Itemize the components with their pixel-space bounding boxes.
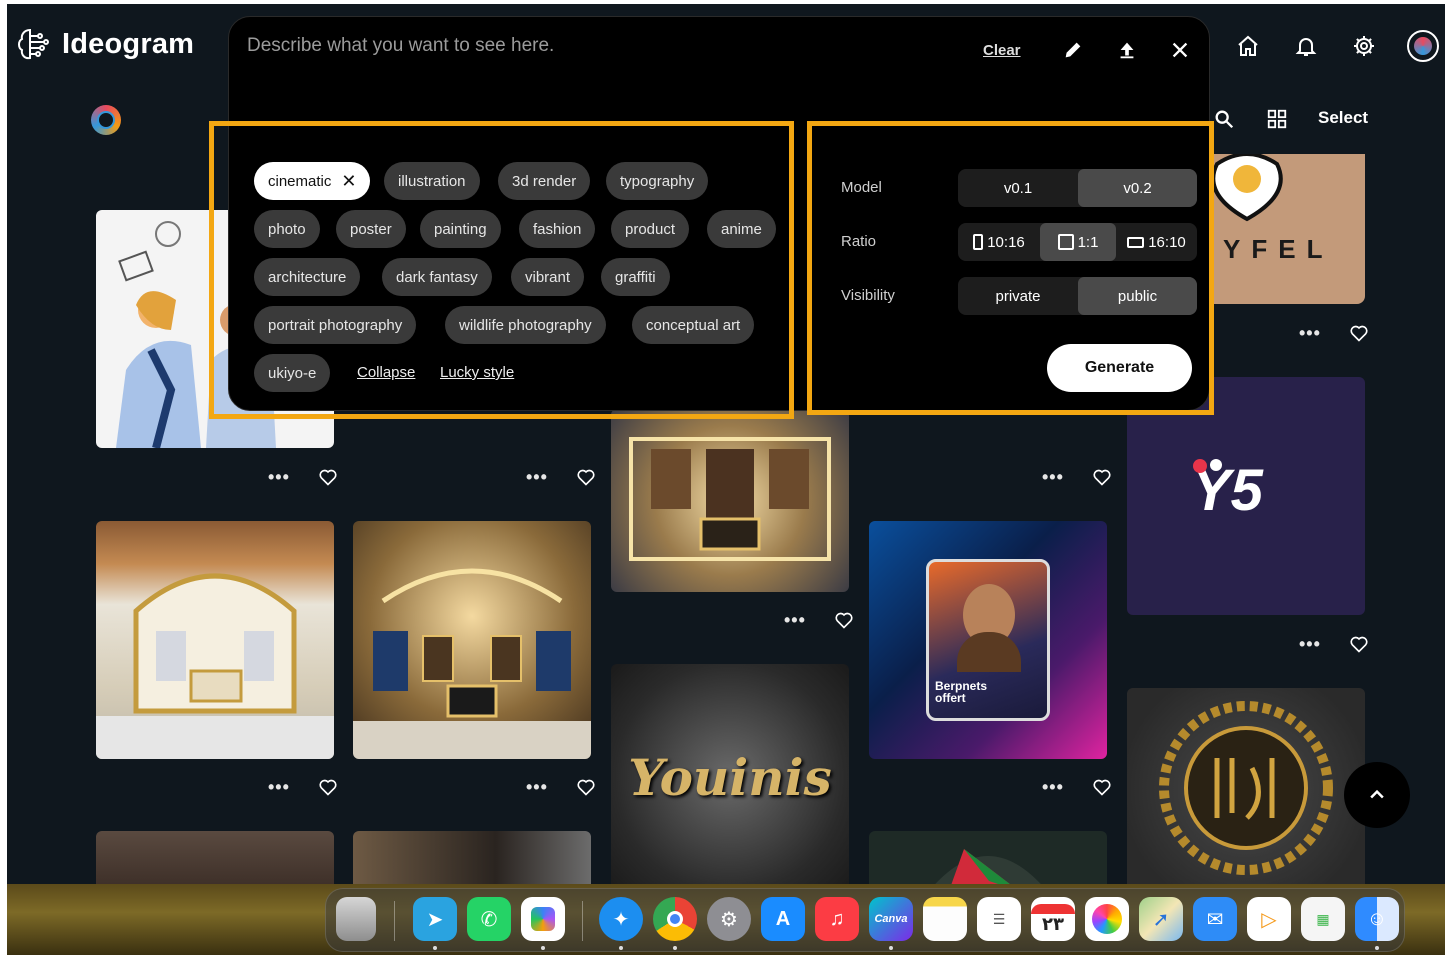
heart-icon[interactable] xyxy=(318,777,338,797)
running-indicator xyxy=(541,946,545,950)
reminders-icon[interactable]: ☰ xyxy=(977,897,1021,941)
gallery-image[interactable] xyxy=(96,831,334,891)
heart-icon[interactable] xyxy=(576,777,596,797)
card-actions: ••• xyxy=(1042,777,1112,797)
calendar-date: ۲۳ xyxy=(1042,913,1064,934)
app-logo[interactable]: Ideogram xyxy=(16,26,194,62)
gallery-image[interactable] xyxy=(869,831,1107,891)
pencil-icon[interactable] xyxy=(1060,37,1086,63)
brain-logo-icon xyxy=(18,28,49,60)
canva-icon[interactable]: Canva xyxy=(869,897,913,941)
heart-icon[interactable] xyxy=(1349,323,1369,343)
running-indicator xyxy=(619,946,623,950)
gallery-image[interactable]: Berpnets offert xyxy=(869,521,1107,759)
infuse-icon[interactable]: ▷ xyxy=(1247,897,1291,941)
more-options-icon[interactable]: ••• xyxy=(268,778,290,796)
running-indicator xyxy=(1375,946,1379,950)
close-icon[interactable] xyxy=(1167,37,1193,63)
prompt-input[interactable] xyxy=(247,35,947,57)
maps-icon[interactable]: ➚ xyxy=(1139,897,1183,941)
gear-icon[interactable] xyxy=(1350,32,1378,60)
gallery-image[interactable] xyxy=(353,521,591,759)
running-indicator xyxy=(433,946,437,950)
more-options-icon[interactable]: ••• xyxy=(526,468,548,486)
search-icon[interactable] xyxy=(1211,106,1237,132)
more-options-icon[interactable]: ••• xyxy=(1042,778,1064,796)
music-icon[interactable]: ♫ xyxy=(815,897,859,941)
card-actions: ••• xyxy=(1042,467,1112,487)
gallery-image-text: Youinis xyxy=(628,748,832,807)
heart-icon[interactable] xyxy=(576,467,596,487)
upload-icon[interactable] xyxy=(1114,37,1140,63)
heart-icon[interactable] xyxy=(318,467,338,487)
safari-icon[interactable]: ✦ xyxy=(599,897,643,941)
whatsapp-icon[interactable]: ✆ xyxy=(467,897,511,941)
card-actions: ••• xyxy=(1299,634,1369,654)
home-icon[interactable] xyxy=(1234,32,1262,60)
more-options-icon[interactable]: ••• xyxy=(1299,635,1321,653)
notes-icon[interactable] xyxy=(923,897,967,941)
card-actions: ••• xyxy=(268,467,338,487)
app-name: Ideogram xyxy=(62,27,195,60)
heart-icon[interactable] xyxy=(1092,467,1112,487)
highlight-settings xyxy=(807,121,1214,415)
profile-icon[interactable] xyxy=(1407,30,1439,62)
gallery-image-text: Berpnets offert xyxy=(935,679,988,705)
card-actions: ••• xyxy=(784,610,854,630)
more-options-icon[interactable]: ••• xyxy=(1042,468,1064,486)
more-options-icon[interactable]: ••• xyxy=(526,778,548,796)
card-actions: ••• xyxy=(1299,323,1369,343)
telegram-icon[interactable]: ➤ xyxy=(413,897,457,941)
select-button[interactable]: Select xyxy=(1318,108,1368,128)
highlight-style-tags xyxy=(209,121,794,419)
numbers-icon[interactable]: ▦ xyxy=(1301,897,1345,941)
heart-icon[interactable] xyxy=(834,610,854,630)
more-options-icon[interactable]: ••• xyxy=(268,468,290,486)
mail-icon[interactable]: ✉ xyxy=(1193,897,1237,941)
chrome-icon[interactable] xyxy=(653,897,697,941)
calendar-icon[interactable]: ۲۳ xyxy=(1031,897,1075,941)
gallery-image[interactable] xyxy=(353,831,591,891)
clear-button[interactable]: Clear xyxy=(983,42,1021,59)
grid-view-icon[interactable] xyxy=(1264,106,1290,132)
more-options-icon[interactable]: ••• xyxy=(1299,324,1321,342)
running-indicator xyxy=(889,946,893,950)
bell-icon[interactable] xyxy=(1292,32,1320,60)
gallery-image-text: YFEL xyxy=(1223,234,1334,264)
chevron-up-icon xyxy=(1370,789,1384,799)
card-actions: ••• xyxy=(526,467,596,487)
user-avatar[interactable] xyxy=(91,105,121,135)
photos-icon[interactable] xyxy=(1085,897,1129,941)
gallery-image[interactable] xyxy=(1127,688,1365,891)
heart-icon[interactable] xyxy=(1092,777,1112,797)
gallery-image[interactable] xyxy=(611,409,849,592)
dock-separator xyxy=(394,901,395,941)
more-options-icon[interactable]: ••• xyxy=(784,611,806,629)
screen: Ideogram Select ••• ••• ••• ••• ••• Youi… xyxy=(7,4,1445,955)
running-indicator xyxy=(673,946,677,950)
dock: ➤ ✆ ✦ ⚙ A ♫ Canva ☰ ۲۳ ➚ ✉ ▷ ▦ ☺ xyxy=(325,888,1405,952)
app-store-icon[interactable]: A xyxy=(761,897,805,941)
trash-icon[interactable] xyxy=(336,897,376,941)
gallery-image[interactable]: Youinis xyxy=(611,664,849,891)
heart-icon[interactable] xyxy=(1349,634,1369,654)
gallery-image[interactable] xyxy=(96,521,334,759)
card-actions: ••• xyxy=(526,777,596,797)
finder-icon[interactable]: ☺ xyxy=(1355,897,1399,941)
system-settings-icon[interactable]: ⚙ xyxy=(707,897,751,941)
dock-separator xyxy=(582,901,583,941)
copilot-icon[interactable] xyxy=(521,897,565,941)
scroll-to-top-button[interactable] xyxy=(1344,762,1410,828)
card-actions: ••• xyxy=(268,777,338,797)
